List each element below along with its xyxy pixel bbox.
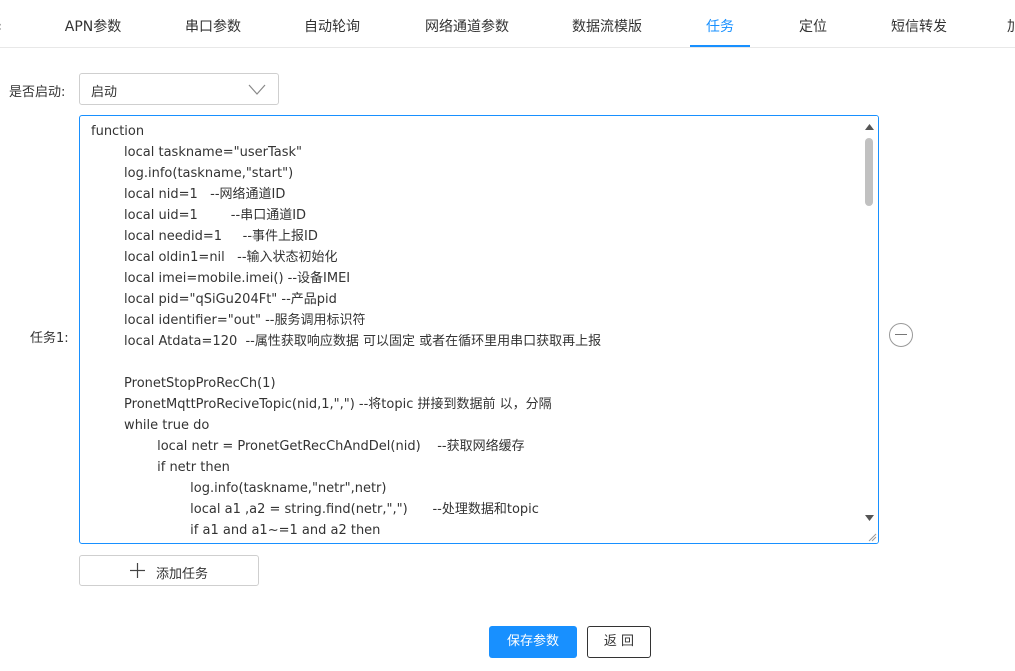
task-label: 任务1:: [30, 331, 69, 346]
code-line: local identifier="out" --服务调用标识符: [91, 313, 366, 328]
code-line: log.info(taskname,"start"): [91, 166, 294, 181]
code-line: function: [91, 124, 145, 139]
add-task-label: 添加任务: [156, 567, 209, 582]
enable-select-value: 启动: [91, 85, 118, 100]
scrollbar-thumb[interactable]: [865, 138, 873, 206]
back-button[interactable]: 返 回: [587, 626, 651, 658]
tab-network-channel[interactable]: 网络通道参数: [425, 0, 509, 48]
tab-serial[interactable]: 串口参数: [185, 0, 241, 48]
tab-auto-poll[interactable]: 自动轮询: [304, 0, 360, 48]
code-line: log.info(taskname,"netr",netr): [91, 481, 387, 496]
tab-dataflow-template[interactable]: 数据流模版: [572, 0, 642, 48]
tab-task[interactable]: 任务: [706, 0, 734, 48]
resize-handle-icon[interactable]: [867, 532, 877, 542]
code-scrollbar[interactable]: [861, 116, 878, 543]
tab-partial-left[interactable]: ‹: [0, 0, 2, 48]
code-line: local oldin1=nil --输入状态初始化: [91, 250, 338, 265]
chevron-down-icon: [248, 84, 266, 95]
task-code-text[interactable]: function local taskname="userTask" log.i…: [91, 121, 861, 541]
scroll-down-icon[interactable]: [865, 514, 874, 522]
code-line: while true do: [91, 418, 210, 433]
remove-task-button[interactable]: [889, 323, 913, 347]
code-line: local uid=1 --串口通道ID: [91, 208, 307, 223]
code-line: if a1 and a1~=1 and a2 then: [91, 523, 381, 538]
save-params-button[interactable]: 保存参数: [489, 626, 577, 658]
code-line: if netr then: [91, 460, 230, 475]
code-line: PronetStopProRecCh(1): [91, 376, 276, 391]
tab-location[interactable]: 定位: [799, 0, 827, 48]
enable-label: 是否启动:: [9, 85, 66, 100]
code-line: local nid=1 --网络通道ID: [91, 187, 286, 202]
tab-apn[interactable]: APN参数: [65, 0, 122, 48]
enable-select[interactable]: 启动: [79, 73, 279, 105]
scroll-up-icon[interactable]: [865, 123, 874, 131]
code-line: local pid="qSiGu204Ft" --产品pid: [91, 292, 337, 307]
code-line: local netr = PronetGetRecChAndDel(nid) -…: [91, 439, 525, 454]
code-line: PronetMqttProReciveTopic(nid,1,",") --将t…: [91, 397, 552, 412]
code-line: local Atdata=120 --属性获取响应数据 可以固定 或者在循环里用…: [91, 334, 602, 349]
plus-icon: [130, 563, 145, 578]
tab-partial-right[interactable]: 加: [1007, 0, 1015, 48]
tab-bar: ‹ APN参数 串口参数 自动轮询 网络通道参数 数据流模版 任务 定位 短信转…: [0, 0, 1015, 48]
tab-sms-forward[interactable]: 短信转发: [891, 0, 947, 48]
code-line: local a1 ,a2 = string.find(netr,",") --处…: [91, 502, 539, 517]
code-line: local needid=1 --事件上报ID: [91, 229, 318, 244]
code-line: local taskname="userTask": [91, 145, 302, 160]
task-code-editor[interactable]: function local taskname="userTask" log.i…: [79, 115, 879, 544]
active-tab-indicator: [690, 45, 750, 47]
add-task-button[interactable]: 添加任务: [79, 555, 259, 586]
code-line: local imei=mobile.imei() --设备IMEI: [91, 271, 351, 286]
